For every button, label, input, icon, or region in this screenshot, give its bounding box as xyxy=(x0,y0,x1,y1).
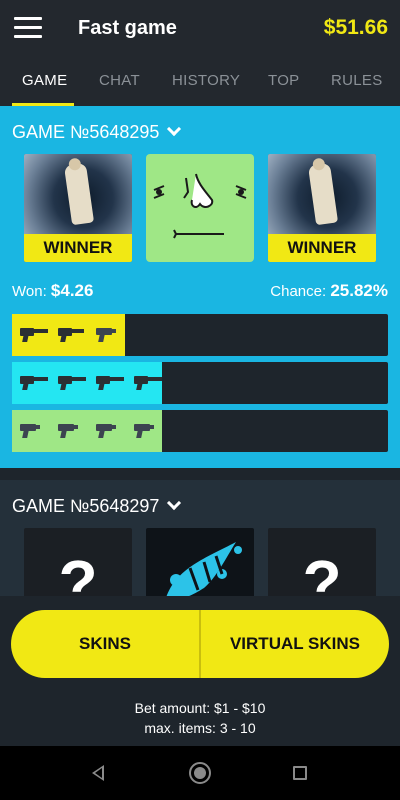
bet-panel: SKINS VIRTUAL SKINS Bet amount: $1 - $10… xyxy=(0,596,400,746)
pistol-icon xyxy=(20,422,46,438)
pistol-icon xyxy=(96,326,122,342)
shotgun-icon xyxy=(20,374,48,390)
max-items-text: max. items: 3 - 10 xyxy=(144,720,256,736)
back-icon[interactable] xyxy=(92,765,104,781)
home-icon[interactable] xyxy=(189,762,211,784)
win-chance: Chance: 25.82% xyxy=(270,281,388,301)
shotgun-icon xyxy=(96,374,124,390)
pistol-icon xyxy=(58,422,84,438)
chevron-down-icon[interactable] xyxy=(167,495,182,511)
won-amount: Won: $4.26 xyxy=(12,281,93,301)
game-title: GAME №5648295 xyxy=(12,122,160,142)
tab-bar: GAME CHAT HISTORY TOP RULES xyxy=(0,58,400,106)
winner-label: WINNER xyxy=(268,234,376,262)
top-app-bar: Fast game $51.66 xyxy=(0,0,400,58)
hamburger-menu-icon[interactable] xyxy=(14,17,42,39)
winner-player-card[interactable]: WINNER xyxy=(24,154,132,262)
game-header[interactable]: GAME №5648297 xyxy=(12,495,182,517)
face-avatar-icon xyxy=(153,173,247,239)
tab-rules[interactable]: RULES xyxy=(331,72,383,89)
chance-value: 25.82% xyxy=(330,281,388,300)
page-title: Fast game xyxy=(78,17,177,39)
items-fill xyxy=(12,410,162,452)
winner-player-card[interactable]: WINNER xyxy=(268,154,376,262)
won-label: Won: xyxy=(12,283,47,300)
smg-icon xyxy=(58,326,84,342)
pistol-icon xyxy=(134,422,160,438)
tab-top[interactable]: TOP xyxy=(268,72,299,89)
items-row-1[interactable] xyxy=(12,362,388,404)
tab-history[interactable]: HISTORY xyxy=(172,72,240,89)
winner-label: WINNER xyxy=(24,234,132,262)
bet-amount-text: Bet amount: $1 - $10 xyxy=(134,700,266,716)
items-row-2[interactable] xyxy=(12,410,388,452)
items-fill xyxy=(12,362,162,404)
player-avatar-card[interactable] xyxy=(146,154,254,262)
recent-apps-icon[interactable] xyxy=(293,766,307,780)
chance-label: Chance: xyxy=(270,283,327,300)
system-navigation-bar xyxy=(0,746,400,800)
player-avatar-image xyxy=(268,154,376,234)
app-screen: Fast game $51.66 GAME CHAT HISTORY TOP R… xyxy=(0,0,400,800)
bet-virtual-skins-button[interactable]: VIRTUAL SKINS xyxy=(201,610,389,678)
items-fill xyxy=(12,314,125,356)
won-value: $4.26 xyxy=(50,281,94,300)
player-avatar-image xyxy=(24,154,132,234)
items-row-0[interactable] xyxy=(12,314,388,356)
shotgun-icon xyxy=(58,374,86,390)
tab-game[interactable]: GAME xyxy=(22,72,67,89)
game-header[interactable]: GAME №5648295 xyxy=(12,121,182,143)
tab-chat[interactable]: CHAT xyxy=(99,72,140,89)
bet-skins-button[interactable]: SKINS xyxy=(11,610,199,678)
balance-display[interactable]: $51.66 xyxy=(324,16,388,40)
rifle-icon xyxy=(20,326,48,342)
chevron-down-icon[interactable] xyxy=(167,121,182,137)
game-title: GAME №5648297 xyxy=(12,496,160,516)
game-panel-current: GAME №5648295 WINNER WINNER Won: $4.26 C… xyxy=(0,106,400,468)
shotgun-icon xyxy=(134,374,162,390)
pistol-icon xyxy=(96,422,122,438)
